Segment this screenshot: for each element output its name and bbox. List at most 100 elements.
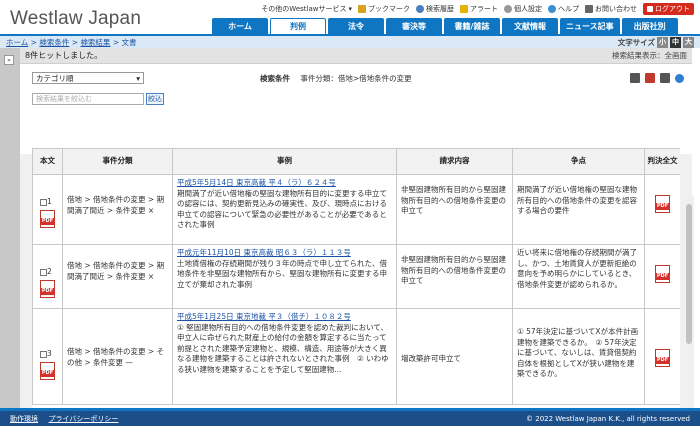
footer-link-privacy[interactable]: プライバシーポリシー [49, 415, 119, 423]
row-claim: 非堅固建物所有目的から堅固建物所有目的への借地条件変更の申立て [396, 174, 513, 245]
help-label: ヘルプ [558, 5, 579, 13]
row-claim: 非堅固建物所有目的から堅固建物所有目的への借地条件変更の申立て [396, 244, 513, 309]
utility-bar: その他のWestlawサービス ▾ ブックマーク 検索履歴 アラート 個人設定 … [261, 3, 694, 15]
header-fulltext: 判決全文 [644, 148, 680, 175]
row-checkbox[interactable] [40, 268, 47, 276]
history-link[interactable]: 検索履歴 [416, 4, 454, 14]
contact-link[interactable]: お問い合わせ [585, 4, 637, 14]
breadcrumb-sep: > [112, 37, 120, 47]
table-row: 1 借地 > 借地条件の変更 > 期間満了間近 > 条件変更 × 平成5年5月1… [32, 174, 680, 245]
row-fulltext [644, 244, 680, 309]
display-mode[interactable]: 検索結果表示：全画面 [612, 50, 687, 61]
header-category: 事件分類 [62, 148, 173, 175]
case-link[interactable]: 平成元年11月10日 東京高裁 昭６３（ラ）１１３号 [177, 248, 351, 257]
pdf-icon[interactable] [40, 361, 55, 380]
font-size-control: 文字サイズ 小 中 大 [618, 36, 694, 48]
logout-icon [647, 6, 653, 12]
filter-button[interactable]: 絞込 [146, 93, 164, 105]
alert-icon [460, 5, 468, 13]
font-size-small-button[interactable]: 小 [657, 36, 668, 48]
case-link[interactable]: 平成5年1月25日 東京地裁 平３（借チ）１０８２号 [177, 312, 351, 321]
sort-select-value: カテゴリ順 [36, 73, 74, 83]
row-fulltext [644, 174, 680, 245]
other-services-label: その他のWestlawサービス [261, 5, 347, 13]
header-issue: 争点 [512, 148, 645, 175]
tab-decisions[interactable]: 審決等 [386, 18, 442, 34]
search-conditions: 検索条件 事件分類：借地>借地条件の変更 [260, 73, 412, 84]
bookmark-link[interactable]: ブックマーク [358, 4, 410, 14]
breadcrumb-search-conditions[interactable]: 検索条件 [39, 38, 69, 47]
alert-label: アラート [470, 5, 498, 13]
help-link[interactable]: ヘルプ [548, 4, 579, 14]
row-fulltext [644, 308, 680, 405]
alert-link[interactable]: アラート [460, 4, 498, 14]
header-case: 事例 [172, 148, 397, 175]
copyright: © 2022 Westlaw Japan K.K., all rights re… [526, 414, 690, 423]
header: Westlaw Japan その他のWestlawサービス ▾ ブックマーク 検… [0, 0, 700, 34]
case-summary: 土地賃借権の存続期間が残り３年の時点で申し立てられた、借地条件を非堅固な建物所有… [177, 258, 387, 289]
breadcrumb-current: 文書 [121, 37, 137, 47]
side-gutter: » [0, 48, 20, 408]
pdf-icon[interactable] [40, 209, 55, 228]
row-number: 2 [47, 267, 52, 276]
sort-select[interactable]: カテゴリ順 ▾ [32, 72, 144, 84]
download-icon[interactable] [645, 73, 655, 83]
row-category: 借地 > 借地条件の変更 > 期間満了間近 > 条件変更 × [62, 244, 173, 309]
breadcrumb-search-results[interactable]: 検索結果 [80, 38, 110, 47]
logout-button[interactable]: ログアウト [643, 3, 694, 15]
history-label: 検索履歴 [426, 5, 454, 13]
row-claim: 増改築許可申立て [396, 308, 513, 405]
tab-books[interactable]: 書籍/雑誌 [444, 18, 500, 34]
row-case: 平成5年1月25日 東京地裁 平３（借チ）１０８２号 ① 堅固建物所有目的への借… [172, 308, 397, 405]
search-conditions-value: 事件分類：借地>借地条件の変更 [300, 74, 412, 83]
row-select: 2 [32, 244, 63, 309]
tab-home[interactable]: ホーム [212, 18, 268, 34]
print-icon[interactable] [630, 73, 640, 83]
tab-publishers[interactable]: 出版社別 [621, 18, 678, 34]
logo[interactable]: Westlaw Japan [10, 8, 141, 30]
footer: 動作環境 プライバシーポリシー © 2022 Westlaw Japan K.K… [0, 408, 700, 426]
row-select: 3 [32, 308, 63, 405]
pdf-icon[interactable] [655, 195, 670, 213]
row-number: 1 [47, 197, 52, 206]
scrollbar-thumb[interactable] [686, 204, 692, 344]
hit-bar: 8件ヒットしました。 検索結果表示：全画面 [20, 48, 692, 64]
table-header-row: 本文 事件分類 事例 請求内容 争点 判決全文 [32, 148, 680, 175]
pdf-icon[interactable] [655, 349, 670, 367]
other-services-link[interactable]: その他のWestlawサービス ▾ [261, 4, 352, 14]
contact-label: お問い合わせ [595, 5, 637, 13]
collapse-toggle-icon[interactable]: » [4, 55, 14, 65]
person-icon [504, 5, 512, 13]
row-issue: ① 57年決定に基づいてXが本件計画建物を建築できるか。 ② 57年決定に基づい… [512, 308, 645, 405]
row-checkbox[interactable] [40, 198, 47, 206]
breadcrumb-sep: > [71, 37, 79, 47]
pdf-icon[interactable] [655, 265, 670, 283]
search-conditions-label: 検索条件 [260, 74, 290, 83]
personal-settings-link[interactable]: 個人設定 [504, 4, 542, 14]
row-case: 平成5年5月14日 東京高裁 平４（ラ）６２４号 期間満了が近い借地権の堅固な建… [172, 174, 397, 245]
tab-cases[interactable]: 判例 [270, 18, 326, 34]
footer-link-environment[interactable]: 動作環境 [10, 415, 38, 423]
tab-literature[interactable]: 文献情報 [502, 18, 558, 34]
results-table: 本文 事件分類 事例 請求内容 争点 判決全文 1 借地 > 借地条件の変更 >… [32, 148, 680, 405]
table-row: 3 借地 > 借地条件の変更 > その他 > 条件変更 — 平成5年1月25日 … [32, 308, 680, 405]
breadcrumb-home[interactable]: ホーム [6, 38, 28, 47]
help-icon[interactable] [675, 73, 684, 83]
save-icon[interactable] [660, 73, 670, 83]
pdf-icon[interactable] [40, 279, 55, 298]
header-claim: 請求内容 [396, 148, 513, 175]
tab-news[interactable]: ニュース記事 [560, 18, 620, 34]
case-link[interactable]: 平成5年5月14日 東京高裁 平４（ラ）６２４号 [177, 178, 336, 187]
result-tools [630, 73, 684, 83]
font-size-large-button[interactable]: 大 [683, 36, 694, 48]
row-checkbox[interactable] [40, 350, 47, 358]
tab-laws[interactable]: 法令 [328, 18, 384, 34]
row-issue: 近い将来に借地権の存続期間が満了し、かつ、土地賃貸人が更新拒絶の意向を予め明らか… [512, 244, 645, 309]
table-scrollbar[interactable] [684, 196, 694, 408]
help-icon [548, 5, 556, 13]
font-size-medium-button[interactable]: 中 [670, 36, 681, 48]
filter-input[interactable]: 検索結果を絞込む [32, 93, 144, 105]
main-nav: ホーム 判例 法令 審決等 書籍/雑誌 文献情報 ニュース記事 出版社別 [212, 18, 678, 34]
breadcrumb-sep: > [30, 37, 37, 47]
breadcrumb-bar: ホーム > 検索条件 > 検索結果 > 文書 文字サイズ 小 中 大 [0, 34, 700, 48]
